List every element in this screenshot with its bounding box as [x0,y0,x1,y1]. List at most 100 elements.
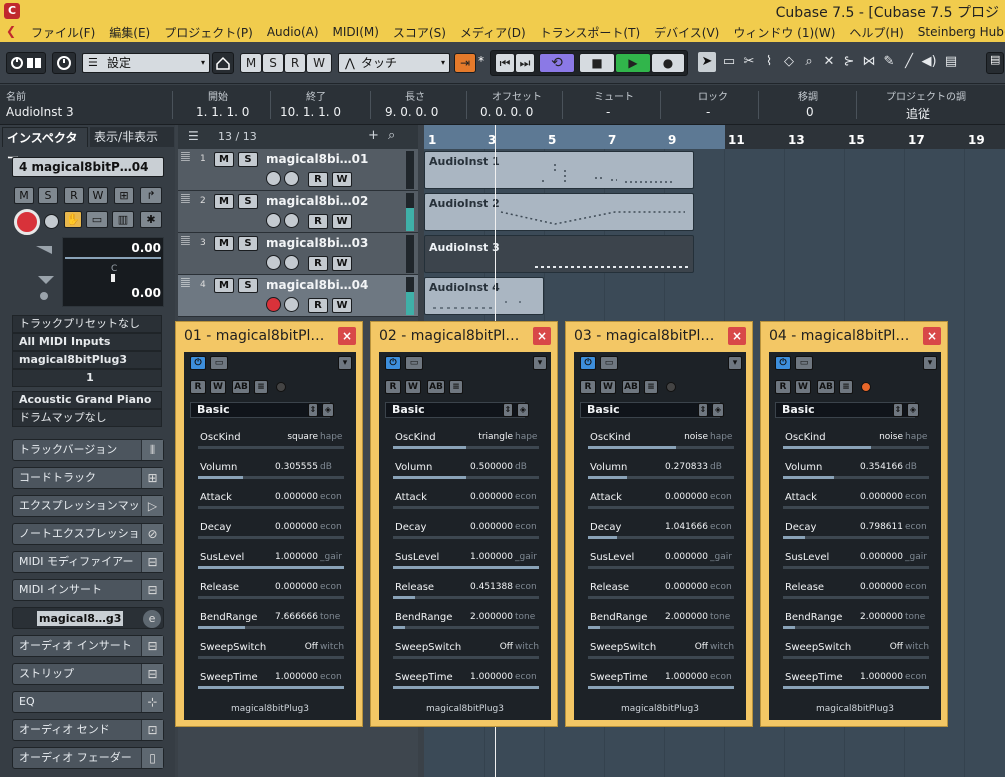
track-row-3[interactable]: 𝄚 3 M S magical8bi…03 R W [178,233,418,275]
param-row[interactable]: Decay 1.041666 econ [586,518,734,546]
power-icon[interactable]: ⏻ [580,356,596,370]
param-value[interactable]: 0.000000 [665,552,708,562]
param-slider[interactable] [588,626,734,629]
param-row[interactable]: BendRange 2.000000 tone [781,608,929,636]
param-value[interactable]: 1.000000 [470,552,513,562]
menu-audio[interactable]: Audio(A) [260,25,326,39]
param-slider[interactable] [393,656,539,659]
split-tool[interactable]: ✂ [740,52,758,72]
param-value[interactable]: 0.000000 [665,492,708,502]
monitor-button[interactable] [284,213,299,228]
param-value[interactable]: 0.000000 [275,582,318,592]
read-automation-button[interactable]: R [580,380,596,394]
bypass-button[interactable]: ▭ [210,356,228,370]
cubase-logo-icon[interactable]: C [4,3,20,19]
line-tool[interactable]: ╱ [900,52,918,72]
track-solo-button[interactable]: S [238,236,258,251]
midi-part-selected[interactable]: AudioInst 3 [424,235,694,273]
param-slider[interactable] [393,536,539,539]
track-mute-button[interactable]: M [214,236,234,251]
copy-button[interactable]: ≡ [254,380,268,394]
track-name[interactable]: magical8bi…01 [266,152,368,166]
section-note-expression[interactable]: ノートエクスプレッション ⊘ [12,523,164,545]
record-enable-button[interactable] [266,213,281,228]
param-value[interactable]: 0.500000 [470,462,513,472]
write-automation-button[interactable]: W [600,380,616,394]
ab-compare-button[interactable]: AB [232,380,250,394]
param-value[interactable]: 7.666666 [275,612,318,622]
global-write-button[interactable]: W [306,53,332,73]
tab-inspector[interactable]: インスペクター [2,127,88,165]
power-icon[interactable]: ⏻ [385,356,401,370]
midi-input-field[interactable]: All MIDI Inputs [12,333,162,351]
param-slider[interactable] [588,596,734,599]
param-slider[interactable] [588,506,734,509]
tab-visibility[interactable]: 表示/非表示 [90,127,174,147]
chevron-down-icon[interactable]: ⇕ [698,403,708,417]
param-slider[interactable] [393,686,539,689]
param-row[interactable]: Release 0.451388 econ [391,578,539,606]
stop-button[interactable]: ■ [579,53,615,73]
time-warp-tool[interactable]: ⋈ [860,52,878,72]
section-midi-inserts[interactable]: MIDI インサート ⊟ [12,579,164,601]
inspector-input-button[interactable]: ↱ [140,187,162,204]
menu-devices[interactable]: デバイス(V) [647,24,726,41]
param-slider[interactable] [783,536,929,539]
param-slider[interactable] [393,566,539,569]
cycle-button[interactable]: ⟲ [539,53,575,73]
param-value[interactable]: 0.000000 [275,492,318,502]
close-icon[interactable]: × [533,327,551,345]
volume-slider[interactable] [65,257,161,259]
track-read-button[interactable]: R [308,214,328,229]
go-to-start-button[interactable]: ⏮ [495,53,515,73]
monitor-button[interactable] [284,297,299,312]
close-icon[interactable]: × [923,327,941,345]
param-slider[interactable] [783,506,929,509]
glue-tool[interactable]: ⌇ [760,52,778,72]
midi-part[interactable]: AudioInst 1 [424,151,694,189]
param-slider[interactable] [783,476,929,479]
param-slider[interactable] [588,476,734,479]
record-enable-button[interactable] [266,171,281,186]
ab-compare-button[interactable]: AB [817,380,835,394]
track-name[interactable]: magical8bi…03 [266,236,368,250]
write-automation-button[interactable]: W [795,380,811,394]
menu-transport[interactable]: トランスポート(T) [533,24,647,41]
param-row[interactable]: Release 0.000000 econ [196,578,344,606]
track-write-button[interactable]: W [332,214,352,229]
menu-midi[interactable]: MIDI(M) [326,25,386,39]
info-project-follow-value[interactable]: 追従 [906,105,930,122]
param-row[interactable]: SusLevel 0.000000 _gair [586,548,734,576]
param-slider[interactable] [198,626,344,629]
param-slider[interactable] [198,596,344,599]
preset-menu-icon[interactable]: ◈ [907,403,919,417]
track-write-button[interactable]: W [332,256,352,271]
section-track-versions[interactable]: トラックバージョン ⫴ [12,439,164,461]
inspector-read-button[interactable]: R [64,187,84,204]
section-audio-inserts[interactable]: オーディオ インサート ⊟ [12,635,164,657]
section-audio-fader[interactable]: オーディオ フェーダー ▯ [12,747,164,769]
monitor-button[interactable] [44,214,59,229]
activate-project-button[interactable] [6,52,46,74]
record-enable-button[interactable] [266,297,281,312]
read-automation-button[interactable]: R [190,380,206,394]
track-read-button[interactable]: R [308,298,328,313]
param-row[interactable]: BendRange 7.666666 tone [196,608,344,636]
param-value[interactable]: 1.000000 [275,552,318,562]
inspector-track-name[interactable]: 4 magical8bitP…04 [12,157,164,177]
menu-media[interactable]: メディア(D) [453,24,533,41]
chevron-down-icon[interactable]: ▾ [338,356,352,370]
param-slider[interactable] [393,476,539,479]
param-row[interactable]: SusLevel 1.000000 _gair [196,548,344,576]
plugin-title[interactable]: 01 - magical8bitPl… [184,328,324,344]
menu-project[interactable]: プロジェクト(P) [157,24,260,41]
ab-compare-button[interactable]: AB [427,380,445,394]
param-value[interactable]: Off [695,642,708,652]
param-value[interactable]: 1.000000 [470,672,513,682]
track-mute-button[interactable]: M [214,152,234,167]
param-slider[interactable] [198,656,344,659]
param-value[interactable]: Off [500,642,513,652]
power-icon[interactable]: ⏻ [775,356,791,370]
inspector-write-button[interactable]: W [88,187,108,204]
midi-insert-slot[interactable]: magical8…g3 e [12,607,164,629]
